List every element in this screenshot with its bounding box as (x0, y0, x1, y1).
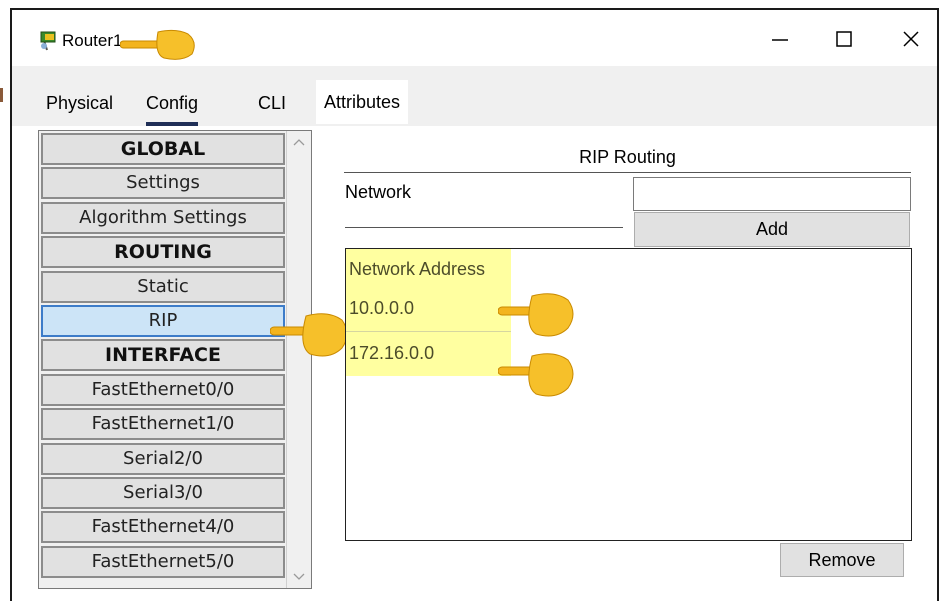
network-address-header: Network Address (349, 259, 486, 279)
network-address-input[interactable] (633, 177, 911, 211)
pointing-hand-icon (498, 353, 574, 397)
nav-item-fastethernet1-0[interactable]: FastEthernet1/0 (41, 408, 285, 441)
nav-item-serial3-0[interactable]: Serial3/0 (41, 476, 285, 509)
nav-item-fastethernet0-0[interactable]: FastEthernet0/0 (41, 373, 285, 406)
router-window: Router1 Physical Config CLI Attributes G… (10, 8, 939, 601)
remove-button[interactable]: Remove (780, 543, 904, 577)
maximize-button[interactable] (824, 24, 864, 54)
table-row[interactable]: 172.16.0.0 (346, 332, 511, 376)
nav-header-global: GLOBAL (41, 133, 285, 165)
network-divider (345, 227, 623, 228)
title-bar: Router1 (12, 10, 937, 66)
table-row[interactable]: 10.0.0.0 (346, 287, 511, 332)
scroll-up-icon[interactable] (293, 137, 305, 149)
close-button[interactable] (891, 24, 931, 54)
rip-routing-title: RIP Routing (579, 147, 676, 167)
nav-item-static[interactable]: Static (41, 270, 285, 303)
pointing-hand-icon (498, 293, 574, 337)
maximize-icon (836, 31, 852, 47)
config-nav-list: GLOBAL Settings Algorithm Settings ROUTI… (41, 133, 285, 580)
pointing-hand-icon (120, 29, 195, 60)
close-icon (903, 31, 919, 47)
scroll-down-icon[interactable] (293, 570, 305, 582)
router-icon (40, 31, 56, 51)
tab-bar: Physical Config CLI Attributes (34, 80, 937, 130)
nav-item-fastethernet4-0[interactable]: FastEthernet4/0 (41, 511, 285, 544)
network-table[interactable]: Network Address 10.0.0.0 172.16.0.0 (345, 248, 912, 541)
window-title: Router1 (62, 31, 123, 50)
nav-item-algorithm-settings[interactable]: Algorithm Settings (41, 201, 285, 234)
nav-item-rip[interactable]: RIP (41, 304, 285, 337)
tab-physical[interactable]: Physical (46, 86, 113, 122)
rip-title-divider (344, 172, 911, 173)
nav-item-fastethernet5-0[interactable]: FastEthernet5/0 (41, 545, 285, 578)
nav-header-routing: ROUTING (41, 236, 285, 269)
add-button[interactable]: Add (634, 212, 910, 247)
nav-item-settings[interactable]: Settings (41, 167, 285, 200)
tab-cli[interactable]: CLI (258, 86, 286, 122)
network-label: Network (345, 182, 412, 202)
nav-item-serial2-0[interactable]: Serial2/0 (41, 442, 285, 475)
pointing-hand-icon (270, 313, 348, 357)
tab-config[interactable]: Config (146, 86, 199, 126)
left-edge-accent (0, 88, 3, 102)
minimize-icon (772, 39, 788, 41)
tab-attributes[interactable]: Attributes (316, 80, 409, 124)
minimize-button[interactable] (760, 24, 800, 54)
nav-header-interface: INTERFACE (41, 339, 285, 372)
network-address-column: Network Address 10.0.0.0 172.16.0.0 (346, 249, 511, 376)
